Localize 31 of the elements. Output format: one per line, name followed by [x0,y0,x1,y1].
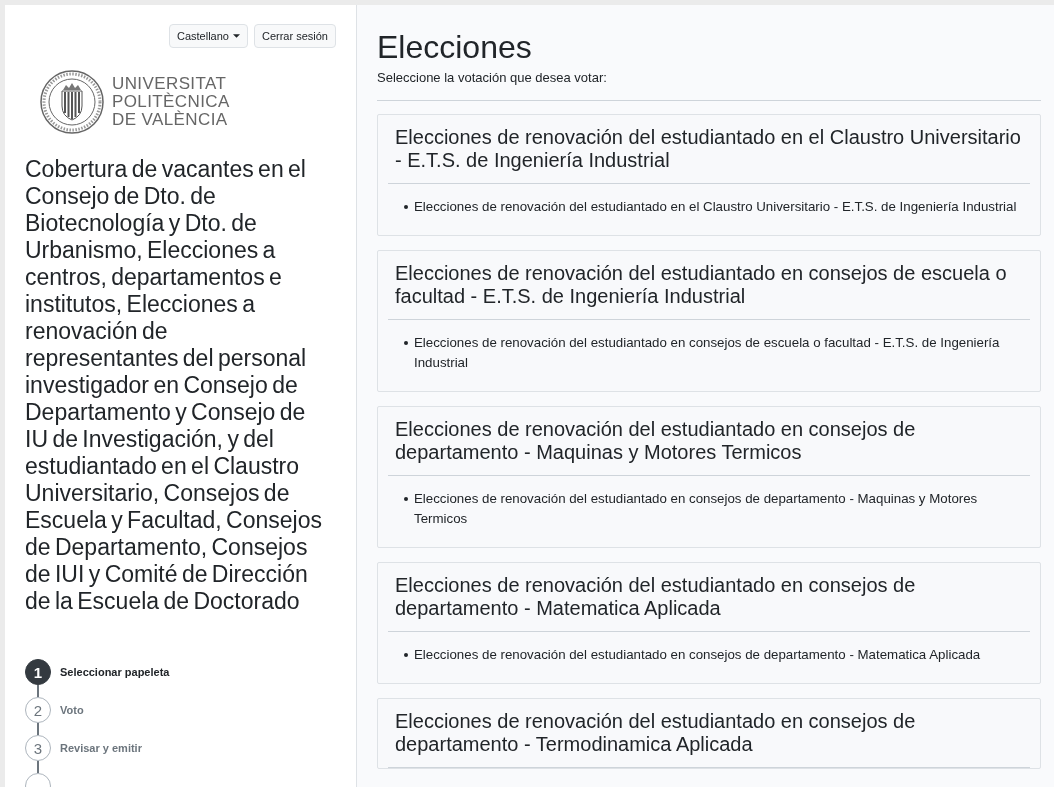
seal-icon [40,70,104,134]
election-title: Elecciones de renovación del estudiantado en el Claustro Universitario - E.T.S. de Ingeniería Industrial [394,125,1022,173]
bullet-icon [404,653,408,657]
bullet-icon [404,205,408,209]
election-card[interactable]: Elecciones de renovación del estudiantado en consejos de departamento - Termodinamica Aplicada [377,698,1041,769]
ballot-item: Elecciones de renovación del estudiantado en consejos de escuela o facultad - E.T.S. de Ingeniería Industrial [414,334,1001,372]
step-number: 2 [25,697,51,723]
page-title: Elecciones [377,28,533,66]
step-number: 3 [25,735,51,761]
election-card[interactable]: Elecciones de renovación del estudiantado en consejos de departamento - Matematica Aplicada Elecciones de renovación del estudiantado en consejos de departamento - Matematica Aplicada [377,562,1041,684]
university-name: UNIVERSITAT POLITÈCNICA DE VALÈNCIA [112,75,230,129]
election-title: Elecciones de renovación del estudiantado en consejos de departamento - Maquinas y Motores Termicos [394,417,917,465]
process-title: Cobertura de vacantes en el Consejo de Dto. de Biotecnología y Dto. de Urbanismo, Elecciones a centros, departamentos e institutos, Elecciones a renovación de representantes del personal investigador en Consejo de Departamento y Consejo de IU de Investigación, y del estudiantado en el Claustro Universitario, Consejos de Escuela y Facultad, Consejos de Departamento, Consejos de IUI y Comité de Dirección de la Escuela de Doctorado [25,156,323,615]
election-card[interactable] [377,114,1041,236]
bullet-icon [404,341,408,345]
election-title: Elecciones de renovación del estudiantado en consejos de departamento - Matematica Aplicada [394,573,917,621]
language-dropdown[interactable]: Castellano [169,24,248,48]
step-label: Revisar y emitir [60,741,142,756]
logout-button[interactable]: Cerrar sesión [253,24,336,48]
election-card[interactable]: Elecciones de renovación del estudiantado en consejos de departamento - Maquinas y Motores Termicos Elecciones de renovación del estudiantado en consejos de departamento - Maquinas y Motores Termicos [377,406,1041,548]
caret-icon [232,34,240,38]
instruction-text: Seleccione la votación que desea votar: [377,69,608,87]
ballot-item: Elecciones de renovación del estudiantado en consejos de departamento - Matematica Aplicada [414,646,981,664]
ballot-item: Elecciones de renovación del estudiantado en el Claustro Universitario - E.T.S. de Ingeniería Industrial [414,198,1017,216]
election-title: Elecciones de renovación del estudiantado en consejos de escuela o facultad - E.T.S. de Ingeniería Industrial [394,261,1008,309]
step-label: Voto [60,703,84,718]
bullet-icon [404,497,408,501]
step-number: 1 [25,659,51,685]
ballot-item: Elecciones de renovación del estudiantado en consejos de departamento - Maquinas y Motores Termicos [414,490,979,528]
election-card[interactable] [377,250,1041,392]
step-label: Seleccionar papeleta [60,665,170,680]
